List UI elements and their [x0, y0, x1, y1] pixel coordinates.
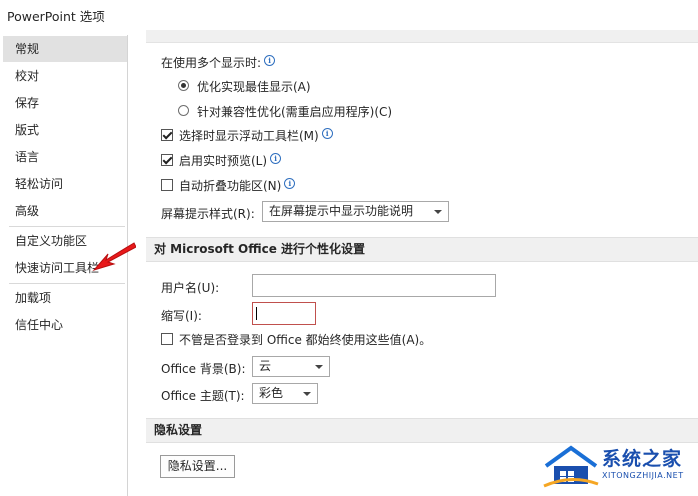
chevron-down-icon	[315, 365, 323, 369]
live-preview-row: 启用实时预览(L) i	[179, 152, 282, 169]
checkbox-always-use-values[interactable]	[161, 333, 173, 345]
live-preview-label[interactable]: 启用实时预览(L)	[179, 154, 267, 168]
watermark: 系统之家 XITONGZHIJIA.NET	[540, 438, 698, 496]
sidebar-item-advanced[interactable]: 高级	[3, 198, 127, 224]
chevron-down-icon	[303, 392, 311, 396]
sidebar-item-addins[interactable]: 加载项	[3, 285, 127, 311]
red-pointer-arrow-icon	[92, 242, 136, 271]
section-header-strip	[146, 30, 698, 43]
collapse-ribbon-label[interactable]: 自动折叠功能区(N)	[179, 179, 281, 193]
radio-compat-label[interactable]: 针对兼容性优化(需重启应用程序)(C)	[197, 103, 392, 120]
text-caret	[256, 307, 257, 320]
sidebar-item-save[interactable]: 保存	[3, 90, 127, 116]
mini-toolbar-label[interactable]: 选择时显示浮动工具栏(M)	[179, 129, 319, 143]
sidebar-item-layout[interactable]: 版式	[3, 117, 127, 143]
info-icon[interactable]: i	[270, 153, 282, 164]
chevron-down-icon	[434, 210, 442, 214]
watermark-url: XITONGZHIJIA.NET	[602, 471, 684, 480]
checkbox-collapse-ribbon[interactable]	[161, 179, 173, 191]
sidebar-divider	[9, 283, 125, 284]
watermark-name: 系统之家	[602, 448, 683, 470]
initials-label: 缩写(I):	[161, 309, 202, 323]
office-theme-select[interactable]: 彩色	[252, 383, 318, 404]
info-icon[interactable]: i	[264, 55, 276, 66]
sidebar-item-proofing[interactable]: 校对	[3, 63, 127, 89]
title-bar: PowerPoint 选项	[0, 0, 698, 30]
multi-monitor-label: 在使用多个显示时:	[161, 56, 262, 70]
privacy-settings-button[interactable]: 隐私设置...	[160, 455, 235, 478]
sidebar-item-accessibility[interactable]: 轻松访问	[3, 171, 127, 197]
checkbox-live-preview[interactable]	[161, 154, 173, 166]
sidebar-item-trust-center[interactable]: 信任中心	[3, 312, 127, 338]
radio-optimize-display[interactable]	[178, 80, 189, 91]
sidebar-divider	[9, 226, 125, 227]
username-label: 用户名(U):	[161, 281, 220, 295]
personalize-section-header: 对 Microsoft Office 进行个性化设置	[146, 237, 698, 262]
collapse-ribbon-row: 自动折叠功能区(N) i	[179, 177, 296, 194]
username-input[interactable]	[252, 274, 496, 297]
office-background-value: 云	[259, 359, 272, 373]
radio-optimize-label[interactable]: 优化实现最佳显示(A)	[197, 78, 311, 95]
mini-toolbar-row: 选择时显示浮动工具栏(M) i	[179, 127, 333, 144]
info-icon[interactable]: i	[284, 178, 296, 189]
sidebar-item-general[interactable]: 常规	[3, 36, 127, 62]
always-use-values-label[interactable]: 不管是否登录到 Office 都始终使用这些值(A)。	[179, 331, 431, 348]
general-options-panel: 在使用多个显示时: i 优化实现最佳显示(A) 针对兼容性优化(需重启应用程序)(…	[131, 30, 698, 496]
screentip-style-value: 在屏幕提示中显示功能说明	[269, 204, 414, 218]
initials-input[interactable]	[252, 302, 316, 325]
office-theme-label: Office 主题(T):	[161, 389, 245, 403]
screentip-style-select[interactable]: 在屏幕提示中显示功能说明	[262, 201, 449, 222]
office-theme-value: 彩色	[259, 386, 284, 400]
info-icon[interactable]: i	[321, 128, 333, 139]
multi-monitor-row: 在使用多个显示时: i	[161, 54, 276, 71]
window-title: PowerPoint 选项	[7, 9, 105, 24]
office-background-label: Office 背景(B):	[161, 362, 246, 376]
office-background-select[interactable]: 云	[252, 356, 330, 377]
sidebar-item-language[interactable]: 语言	[3, 144, 127, 170]
screentip-style-label: 屏幕提示样式(R):	[161, 207, 255, 221]
house-logo-icon	[543, 445, 599, 488]
checkbox-mini-toolbar[interactable]	[161, 129, 173, 141]
radio-optimize-compatibility[interactable]	[178, 105, 189, 116]
